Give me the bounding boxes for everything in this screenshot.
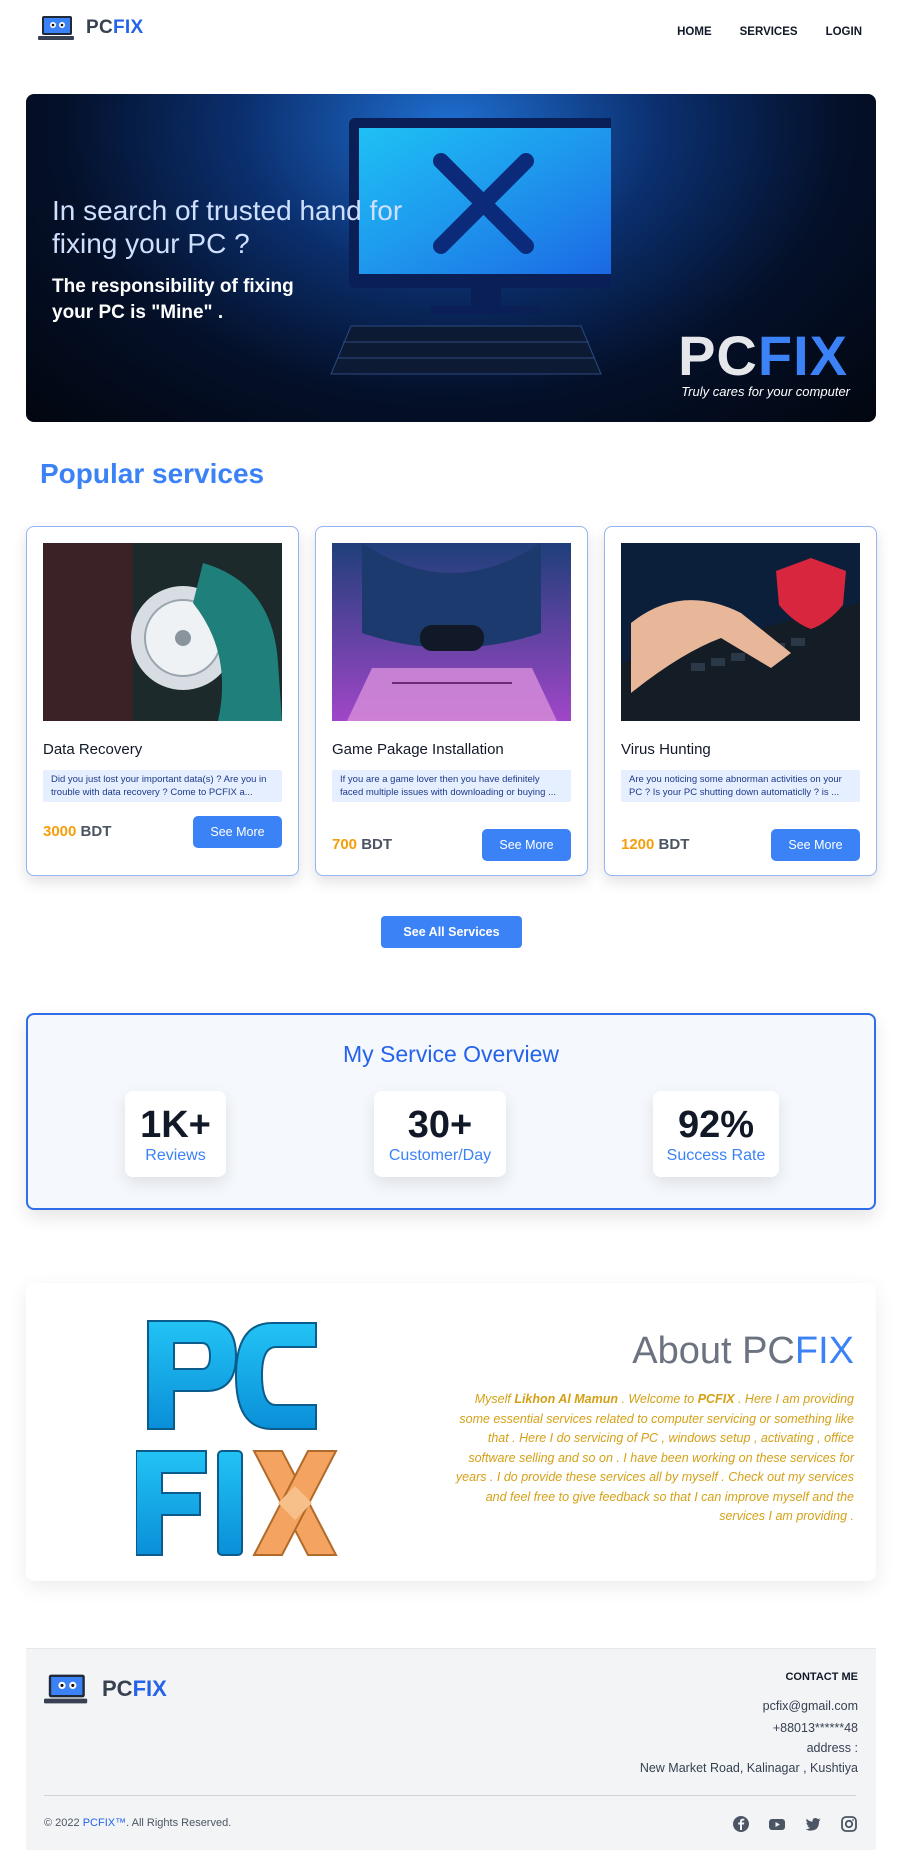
stat-customers: 30+ Customer/Day — [374, 1091, 506, 1177]
stat-reviews: 1K+ Reviews — [125, 1091, 226, 1177]
twitter-icon[interactable] — [804, 1815, 822, 1833]
stat-label: Success Rate — [666, 1147, 766, 1164]
card-description: Are you noticing some abnorman activitie… — [621, 770, 860, 802]
footer: PCFIX CONTACT ME pcfix@gmail.com +88013*… — [26, 1648, 876, 1850]
see-more-button[interactable]: See More — [193, 816, 282, 848]
hero-tagline: Truly cares for your computer — [681, 384, 850, 399]
card-description: Did you just lost your important data(s)… — [43, 770, 282, 802]
contact-phone: +88013******48 — [772, 1721, 858, 1735]
game-installation-image — [332, 543, 571, 721]
instagram-icon[interactable] — [840, 1815, 858, 1833]
stat-value: 92% — [677, 1104, 755, 1146]
contact-address: New Market Road, Kalinagar , Kushtiya — [639, 1761, 858, 1775]
pcfix-big-logo — [136, 1320, 338, 1556]
pc-logo-icon — [38, 16, 74, 40]
contact-address-label: address : — [806, 1741, 858, 1755]
overview-title: My Service Overview — [343, 1041, 559, 1067]
card-title: Data Recovery — [43, 741, 143, 758]
about-section: About PCFIX Myself Likhon Al Mamun . Wel… — [26, 1283, 876, 1581]
card-title: Virus Hunting — [621, 741, 711, 758]
stat-value: 1K+ — [140, 1104, 211, 1146]
service-card-virus-hunting: Virus Hunting Are you noticing some abno… — [604, 526, 877, 876]
pc-logo-icon — [44, 1674, 88, 1704]
hero-banner: In search of trusted hand for fixing you… — [26, 94, 876, 422]
card-price: 3000 BDT — [43, 823, 112, 840]
card-description: If you are a game lover then you have de… — [332, 770, 571, 802]
nav-link-home[interactable]: HOME — [677, 26, 712, 38]
see-all-services-button[interactable]: See All Services — [381, 916, 522, 948]
hero-title: In search of trusted hand for fixing you… — [52, 195, 403, 259]
social-links — [732, 1815, 858, 1833]
stat-value: 30+ — [407, 1104, 473, 1146]
nav-brand: PCFIX — [86, 17, 144, 38]
about-title: About PCFIX — [632, 1330, 854, 1372]
youtube-icon[interactable] — [768, 1815, 786, 1833]
card-title: Game Pakage Installation — [332, 741, 504, 758]
about-text: Myself Likhon Al Mamun . Welcome to PCFI… — [455, 1392, 854, 1523]
about-brand: PCFIX — [697, 1392, 735, 1406]
hero-brand: PCFIX — [678, 324, 848, 387]
service-overview-section: My Service Overview 1K+ Reviews 30+ Cust… — [26, 1013, 876, 1210]
service-card-data-recovery: Data Recovery Did you just lost your imp… — [26, 526, 299, 876]
nav-link-login[interactable]: LOGIN — [826, 26, 862, 38]
hero-subtitle: The responsibility of fixing your PC is … — [52, 276, 294, 323]
service-card-game-package: Game Pakage Installation If you are a ga… — [315, 526, 588, 876]
virus-hunting-image — [621, 543, 860, 721]
facebook-icon[interactable] — [732, 1815, 750, 1833]
footer-brand: PCFIX — [102, 1676, 167, 1701]
contact-heading: CONTACT ME — [785, 1671, 858, 1683]
stat-success-rate: 92% Success Rate — [653, 1091, 779, 1177]
copyright: © 2022 PCFIX™. All Rights Reserved. — [44, 1817, 232, 1829]
nav-link-services[interactable]: SERVICES — [740, 26, 798, 38]
owner-name: Likhon Al Mamun — [514, 1392, 619, 1406]
stat-label: Customer/Day — [388, 1147, 492, 1164]
see-more-button[interactable]: See More — [482, 829, 571, 861]
nav-logo[interactable]: PCFIX — [38, 14, 143, 42]
data-recovery-image — [43, 543, 282, 721]
card-price: 700 BDT — [332, 836, 393, 853]
footer-logo[interactable]: PCFIX — [44, 1671, 167, 1707]
footer-divider — [44, 1795, 856, 1796]
nav-links: HOME SERVICES LOGIN — [677, 26, 862, 38]
see-more-button[interactable]: See More — [771, 829, 860, 861]
stat-label: Reviews — [145, 1147, 206, 1164]
top-navbar: PCFIX HOME SERVICES LOGIN — [0, 0, 900, 66]
card-price: 1200 BDT — [621, 836, 690, 853]
contact-email[interactable]: pcfix@gmail.com — [763, 1699, 858, 1713]
popular-services-title: Popular services — [40, 458, 265, 489]
